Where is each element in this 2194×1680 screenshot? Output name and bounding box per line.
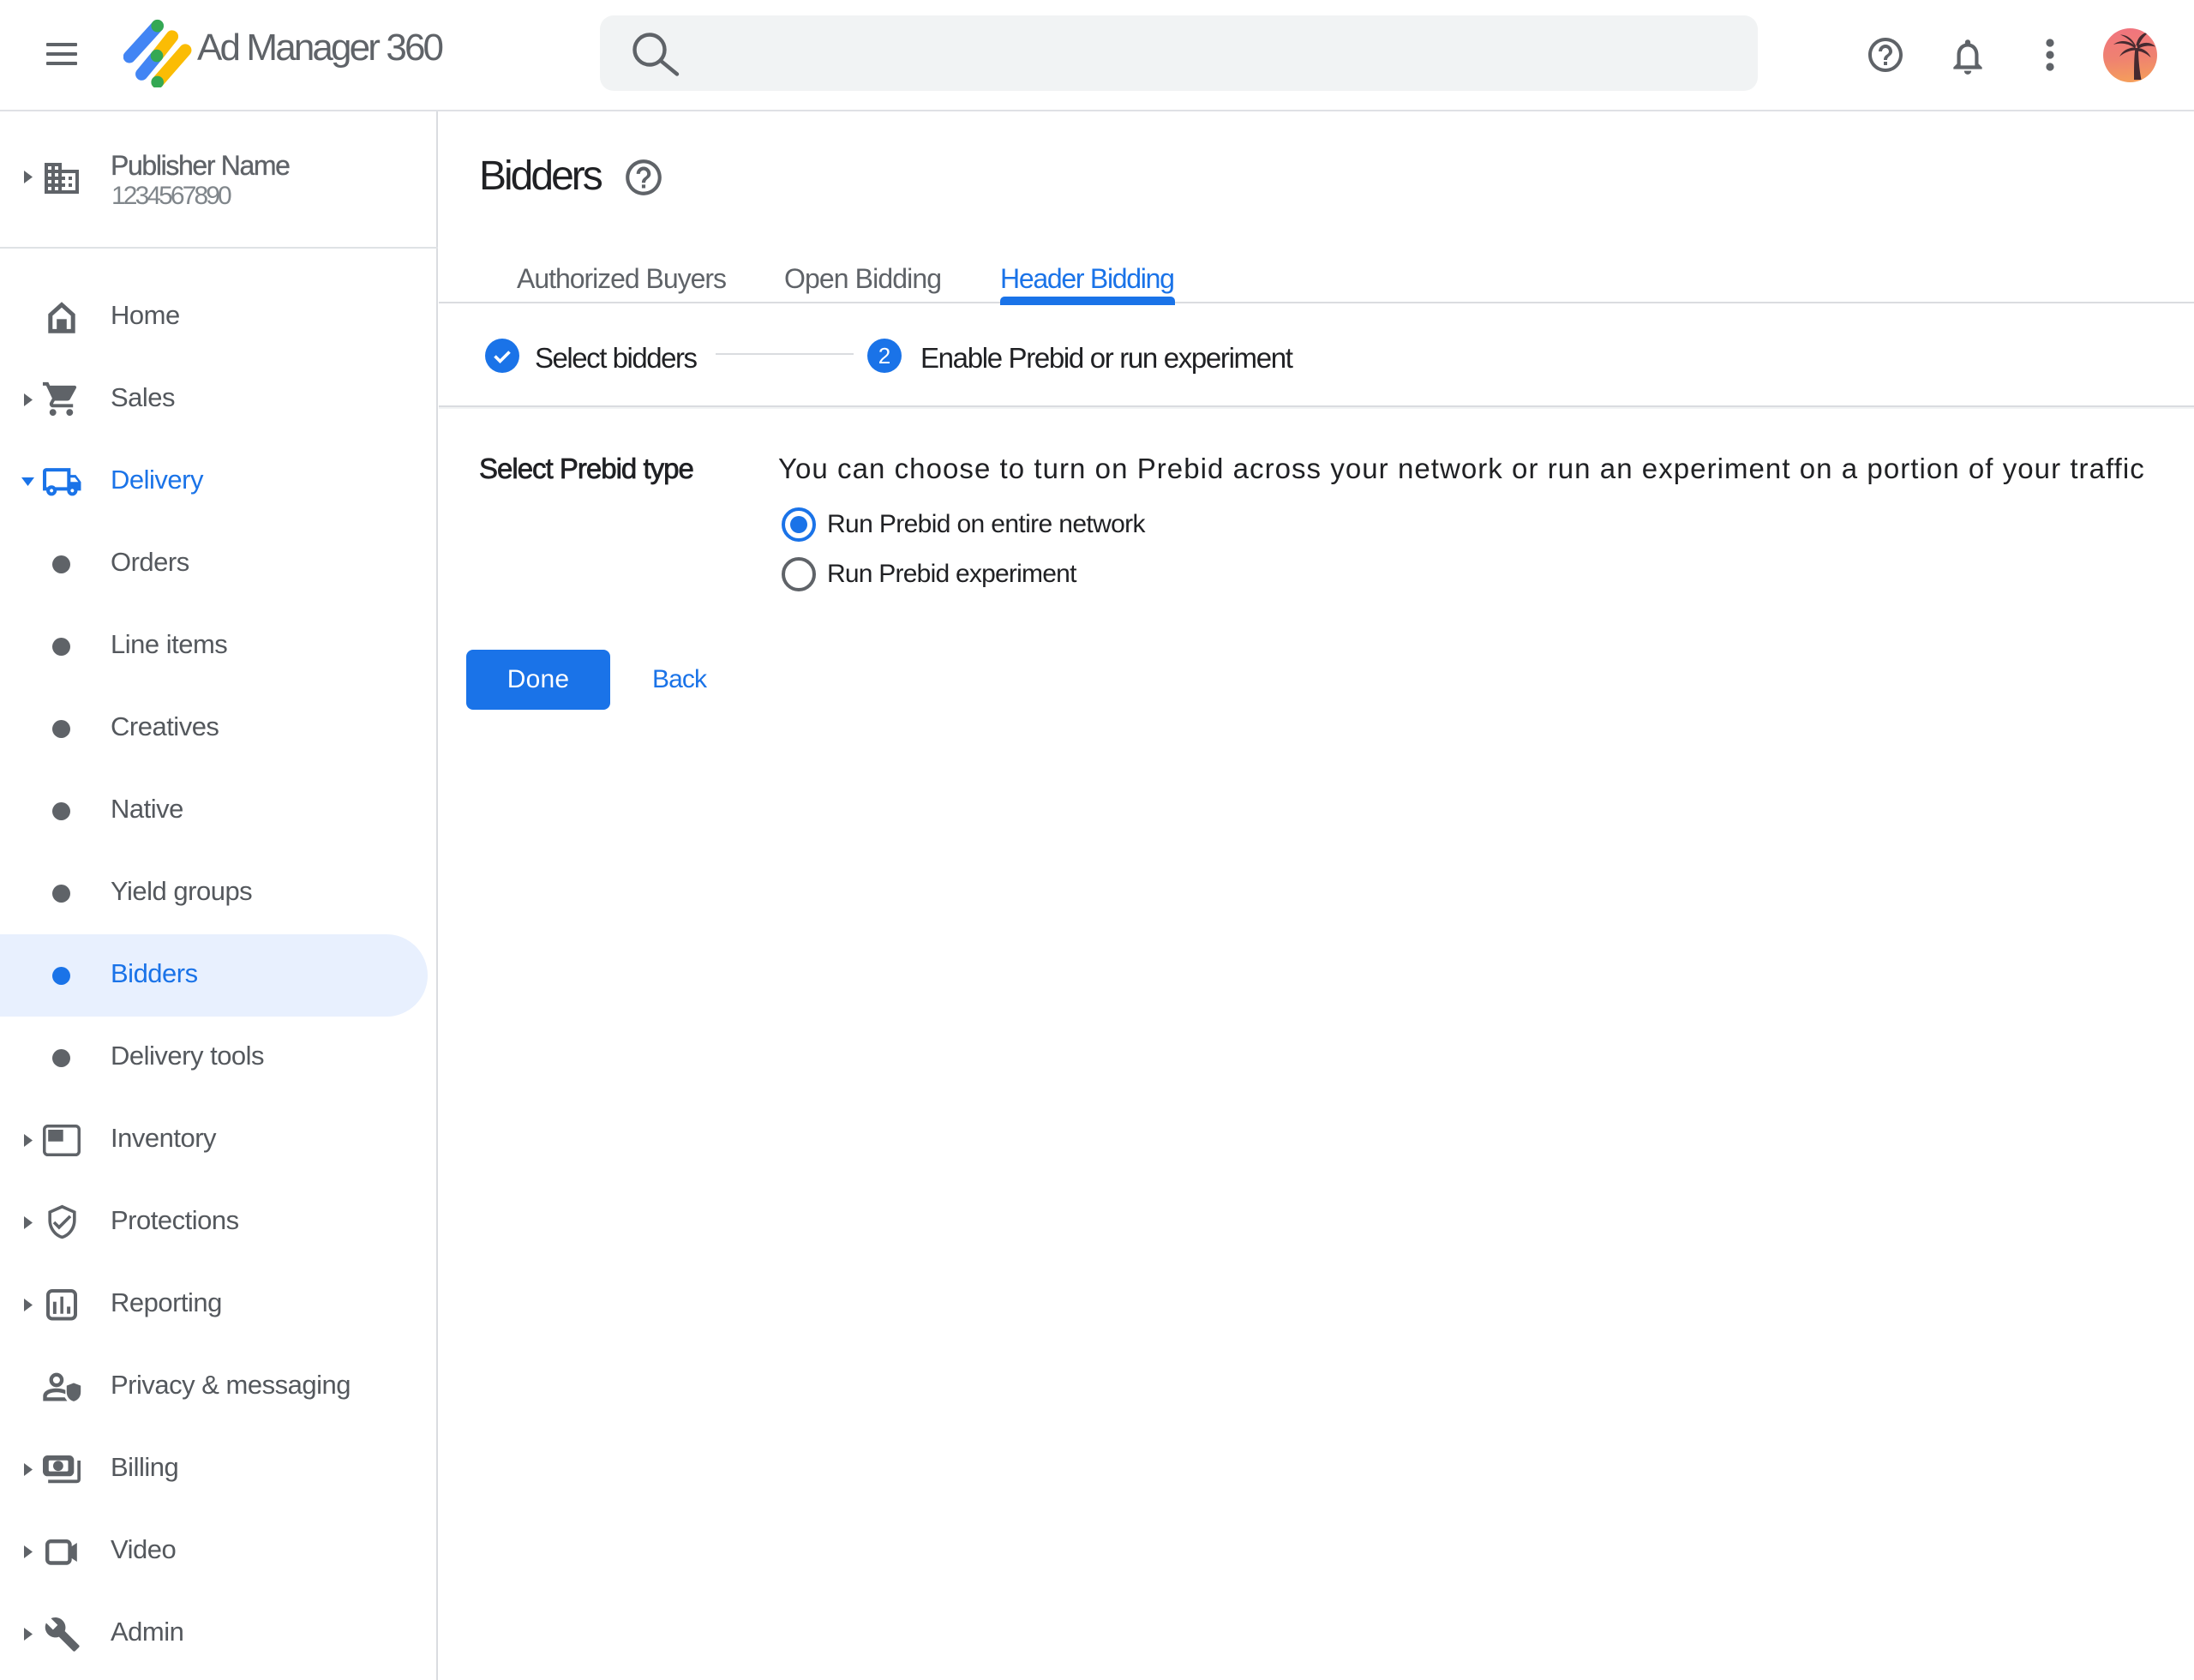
svg-text:2: 2 — [878, 343, 890, 369]
